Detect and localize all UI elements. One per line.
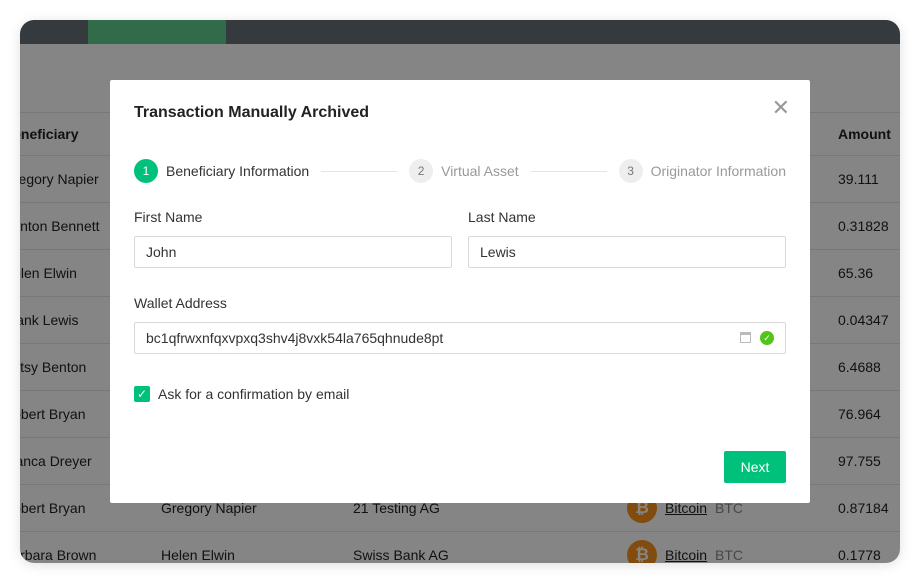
step-number: 3 [618,159,643,183]
last-name-input[interactable]: Lewis [468,236,786,268]
top-nav [20,20,900,44]
nav-tab-active[interactable] [88,20,226,44]
archive-modal: Transaction Manually Archived ✕ 1 Benefic… [110,80,810,503]
step-label: Originator Information [650,163,786,179]
step-originator[interactable]: 3 Originator Information [618,159,786,183]
close-icon[interactable]: ✕ [772,97,790,119]
first-name-label: First Name [134,209,203,225]
next-button[interactable]: Next [724,451,786,483]
wallet-address-input[interactable]: bc1qfrwxnfqxvpxq3shv4j8vxk54la765qhnude8… [134,322,786,354]
clear-icon[interactable] [740,332,751,343]
step-beneficiary[interactable]: 1 Beneficiary Information [134,159,309,183]
checkbox-label: Ask for a confirmation by email [158,386,350,402]
first-name-input[interactable]: John [134,236,452,268]
last-name-label: Last Name [468,209,536,225]
step-number: 2 [409,159,434,183]
stepper: 1 Beneficiary Information 2 Virtual Asset … [134,159,786,183]
step-number: 1 [134,159,158,183]
step-divider [321,170,398,172]
modal-title: Transaction Manually Archived [134,104,370,121]
step-divider [530,170,607,172]
step-virtual-asset[interactable]: 2 Virtual Asset [409,159,519,183]
check-circle-icon: ✓ [760,331,774,345]
checkbox-checked-icon[interactable]: ✓ [134,386,150,402]
step-label: Virtual Asset [441,163,519,179]
confirm-email-checkbox[interactable]: ✓ Ask for a confirmation by email [134,386,349,402]
wallet-address-label: Wallet Address [134,295,227,311]
step-label: Beneficiary Information [166,163,310,179]
